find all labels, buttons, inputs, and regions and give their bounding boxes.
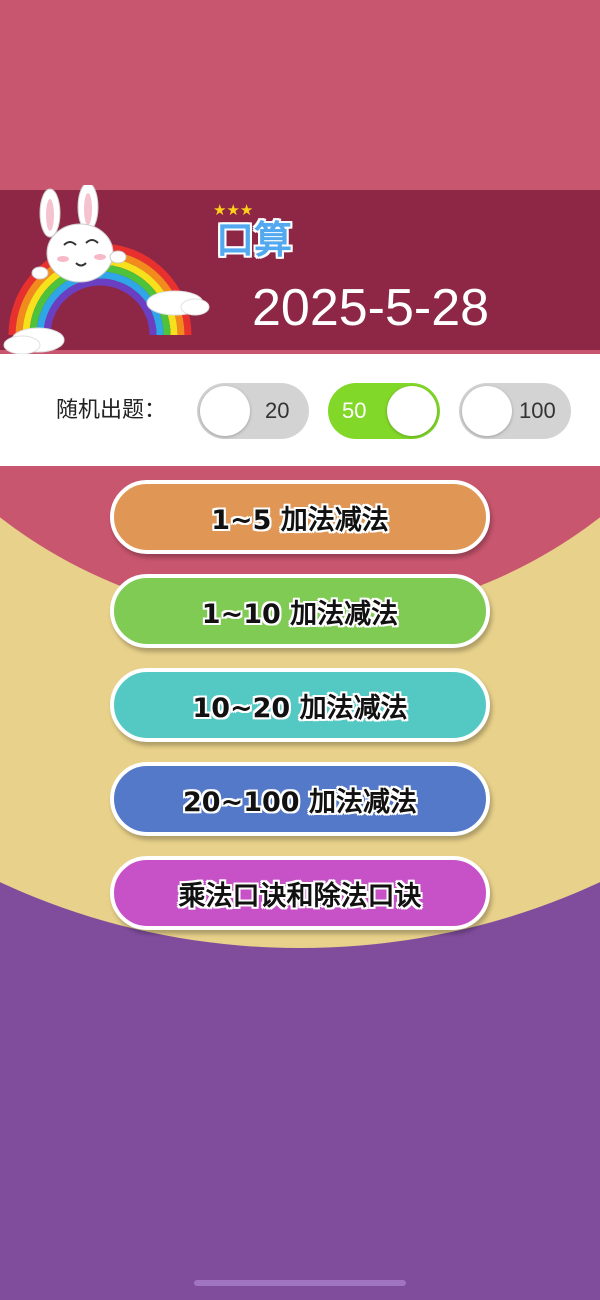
addsub-20-100-button[interactable]: 20~100 加法减法 bbox=[110, 762, 490, 836]
addsub-10-20-button[interactable]: 10~20 加法减法 bbox=[110, 668, 490, 742]
toggle-label: 100 bbox=[519, 398, 556, 423]
toggle-100[interactable]: 100 bbox=[459, 383, 571, 439]
home-indicator[interactable] bbox=[194, 1280, 406, 1286]
multiplication-division-table-button[interactable]: 乘法口诀和除法口诀 bbox=[110, 856, 490, 930]
page-title: 口算 bbox=[216, 218, 293, 262]
toggle-20[interactable]: 20 bbox=[197, 383, 309, 439]
date-display: 2025-5-28 bbox=[252, 279, 490, 337]
button-label: 1~5 加法减法 bbox=[211, 504, 389, 536]
random-label: 随机出题： bbox=[56, 398, 167, 423]
button-label: 20~100 加法减法 bbox=[183, 786, 417, 818]
addsub-1-10-button[interactable]: 1~10 加法减法 bbox=[110, 574, 490, 648]
toggle-knob bbox=[387, 386, 437, 436]
rabbit-rainbow-icon bbox=[3, 185, 210, 355]
toggle-knob bbox=[462, 386, 512, 436]
button-label: 乘法口诀和除法口诀 bbox=[178, 880, 422, 912]
button-label: 10~20 加法减法 bbox=[192, 692, 408, 724]
toggle-label: 50 bbox=[342, 398, 367, 423]
addsub-1-5-button[interactable]: 1~5 加法减法 bbox=[110, 480, 490, 554]
toggle-50[interactable]: 50 bbox=[328, 383, 440, 439]
toggle-label: 20 bbox=[265, 398, 290, 423]
button-label: 1~10 加法减法 bbox=[201, 598, 399, 630]
toggle-knob bbox=[200, 386, 250, 436]
